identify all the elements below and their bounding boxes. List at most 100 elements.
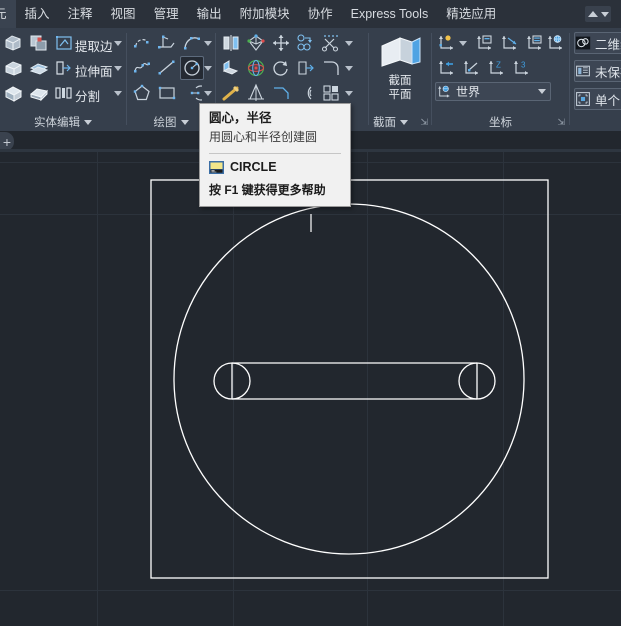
- named-view-combo[interactable]: 未保存: [574, 60, 621, 82]
- arc-button[interactable]: [180, 31, 204, 55]
- 3d-align-button[interactable]: [244, 31, 268, 55]
- panel-label-text: 截面: [373, 117, 396, 129]
- solid-union-button[interactable]: [2, 31, 26, 55]
- ucs-named-button[interactable]: [473, 31, 497, 55]
- ucs-3point-button[interactable]: 3: [510, 56, 534, 80]
- 3d-scale-button[interactable]: [219, 81, 243, 105]
- chevron-down-icon: [114, 90, 122, 96]
- 3dpolyline-button[interactable]: [155, 31, 179, 55]
- ucs-z-button[interactable]: Z: [485, 56, 509, 80]
- ellipse-button[interactable]: [180, 81, 204, 105]
- extrude-faces-label[interactable]: 拉伸面: [75, 61, 113, 80]
- coordinates-dialog-launcher[interactable]: ⇲: [557, 117, 565, 128]
- array-rect-button[interactable]: [319, 81, 343, 105]
- circle-center-radius-button[interactable]: [180, 56, 204, 80]
- menu-addins[interactable]: 附加模块: [231, 0, 299, 28]
- tooltip-title: 圆心，半径: [209, 111, 272, 125]
- tooltip-command: CIRCLE: [230, 160, 277, 174]
- panel-label-text: 绘图: [153, 117, 177, 129]
- menu-manage[interactable]: 管理: [145, 0, 188, 28]
- extract-edges-icon-button[interactable]: [52, 31, 76, 55]
- 3d-mirror-axis-button[interactable]: [244, 81, 268, 105]
- trim-button[interactable]: [319, 31, 343, 55]
- drawing-canvas[interactable]: [0, 152, 621, 626]
- viewport-icon: [576, 92, 590, 106]
- ellipse-dropdown[interactable]: [203, 81, 213, 105]
- extract-edges-label[interactable]: 提取边: [75, 36, 113, 55]
- named-view-icon: [576, 65, 590, 77]
- extend-button[interactable]: [294, 56, 318, 80]
- tooltip-description: 用圆心和半径创建圆: [209, 130, 318, 144]
- separate-icon-button[interactable]: [52, 81, 76, 105]
- revcloud-button[interactable]: [130, 31, 154, 55]
- offset-button[interactable]: [294, 81, 318, 105]
- spline-button[interactable]: [130, 56, 154, 80]
- panel-coordinates: Z 3 世界 坐标 ⇲: [432, 28, 569, 131]
- section-plane-button[interactable]: 截面 平面: [373, 32, 427, 112]
- fillet-dropdown[interactable]: [344, 56, 354, 80]
- ucs-face-dropdown[interactable]: [458, 31, 468, 55]
- menu-clipped[interactable]: 元: [0, 0, 16, 28]
- menu-output[interactable]: 输出: [188, 0, 231, 28]
- 3d-orbit-button[interactable]: [244, 56, 268, 80]
- chevron-down-icon: [84, 119, 92, 125]
- ucs-origin-button[interactable]: [498, 31, 522, 55]
- ucs-z-axis-vector-button[interactable]: [460, 56, 484, 80]
- viewport-config-combo[interactable]: 单个: [574, 88, 621, 110]
- extrude-faces-icon-button[interactable]: [52, 56, 76, 80]
- menu-annotate[interactable]: 注释: [59, 0, 102, 28]
- triangle-up-icon: [587, 11, 598, 17]
- section-dialog-launcher[interactable]: ⇲: [420, 117, 428, 128]
- 3d-move-button[interactable]: [269, 31, 293, 55]
- chevron-down-icon: [345, 90, 353, 96]
- world-ucs-icon: [438, 85, 450, 98]
- array-dropdown[interactable]: [344, 81, 354, 105]
- solid-imprint-button[interactable]: [27, 31, 51, 55]
- 3d-rotate-gizmo-button[interactable]: [219, 56, 243, 80]
- solid-subtract-button[interactable]: [2, 56, 26, 80]
- menu-express-tools[interactable]: Express Tools: [342, 0, 438, 28]
- circle-dropdown[interactable]: [203, 56, 213, 80]
- menu-view[interactable]: 视图: [102, 0, 145, 28]
- solid-intersect-button[interactable]: [2, 81, 26, 105]
- 3d-mirror-button[interactable]: [219, 31, 243, 55]
- extrude-faces-dropdown[interactable]: [113, 56, 123, 80]
- arc-dropdown[interactable]: [203, 31, 213, 55]
- panel-visual-styles: 二维线 未保存 单个: [570, 28, 621, 131]
- visual-style-icon: [575, 36, 591, 50]
- separate-dropdown[interactable]: [113, 81, 123, 105]
- panel-label-coordinates[interactable]: 坐标: [432, 114, 569, 130]
- ucs-world-button[interactable]: [544, 31, 568, 55]
- viewport-config-value: 单个: [595, 93, 621, 108]
- trim-dropdown[interactable]: [344, 31, 354, 55]
- circle-command-icon: [209, 160, 224, 174]
- chevron-down-icon: [459, 40, 467, 46]
- 3d-array-button[interactable]: [294, 31, 318, 55]
- polygon-button[interactable]: [130, 81, 154, 105]
- solid-slice-button[interactable]: [27, 81, 51, 105]
- command-tooltip: 圆心，半径 用圆心和半径创建圆 CIRCLE 按 F1 键获得更多帮助: [199, 103, 351, 207]
- ucs-combo[interactable]: 世界: [435, 82, 551, 101]
- menu-collaborate[interactable]: 协作: [299, 0, 342, 28]
- svg-text:Z: Z: [496, 61, 501, 70]
- separate-label[interactable]: 分割: [75, 86, 100, 105]
- rotate-button[interactable]: [269, 56, 293, 80]
- rectangle-button[interactable]: [155, 81, 179, 105]
- panel-label-solid-editing[interactable]: 实体编辑: [0, 114, 126, 130]
- extract-edges-dropdown[interactable]: [113, 31, 123, 55]
- visual-style-combo[interactable]: 二维线: [574, 32, 621, 54]
- chevron-down-icon: [538, 89, 546, 94]
- svg-text:3: 3: [521, 61, 526, 70]
- chamfer-button[interactable]: [269, 81, 293, 105]
- chevron-down-icon: [204, 40, 212, 46]
- solid-shell-button[interactable]: [27, 56, 51, 80]
- menu-insert[interactable]: 插入: [16, 0, 59, 28]
- menu-featured-apps[interactable]: 精选应用: [437, 0, 505, 28]
- ucs-previous-button[interactable]: [435, 56, 459, 80]
- ribbon-minimize-button[interactable]: [585, 6, 611, 22]
- ucs-face-button[interactable]: [435, 31, 459, 55]
- panel-label-text: 实体编辑: [34, 117, 80, 129]
- section-plane-icon: [381, 37, 421, 67]
- line-button[interactable]: [155, 56, 179, 80]
- fillet-button[interactable]: [319, 56, 343, 80]
